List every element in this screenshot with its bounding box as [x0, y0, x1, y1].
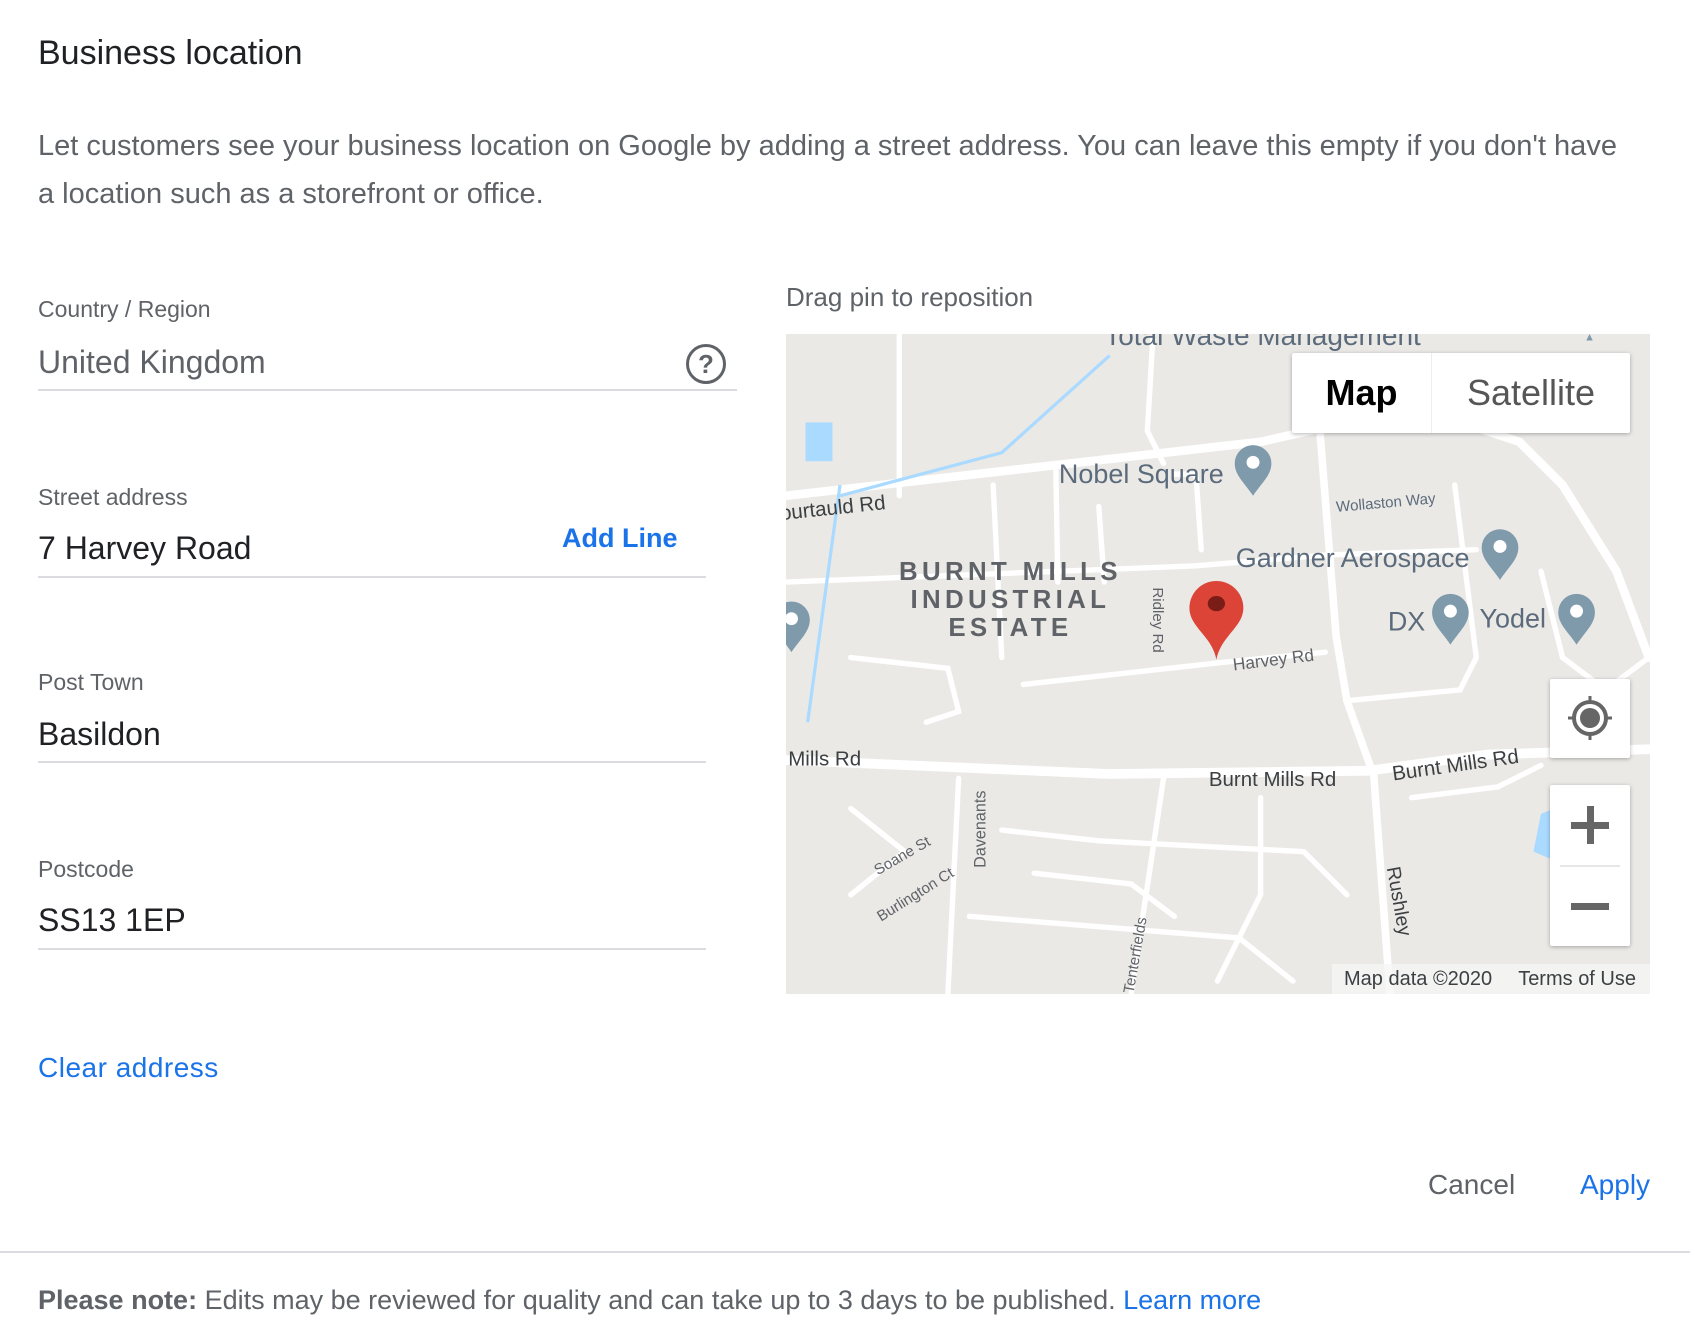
my-location-button[interactable] [1550, 679, 1630, 758]
map-label-burnt-mills-1: Burnt Mills Rd [1209, 768, 1337, 791]
map-hint: Drag pin to reposition [786, 282, 1034, 312]
footer-note: Please note: Edits may be reviewed for q… [38, 1285, 1261, 1316]
postcode-label: Postcode [38, 856, 134, 882]
zoom-out-button[interactable] [1550, 867, 1630, 946]
note-text: Edits may be reviewed for quality and ca… [197, 1285, 1124, 1315]
map-type-control: Map Satellite [1292, 353, 1630, 433]
learn-more-link[interactable]: Learn more [1123, 1285, 1261, 1315]
map-label-yodel[interactable]: Yodel [1480, 603, 1546, 633]
street-label: Street address [38, 484, 188, 510]
street-field[interactable]: 7 Harvey Road [38, 530, 251, 567]
map-label-davenants: Davenants [972, 791, 990, 868]
map-label-estate-1: BURNT MILLS [899, 558, 1122, 586]
description: Let customers see your business location… [38, 130, 1617, 210]
minus-icon [1571, 903, 1609, 910]
terms-of-use-link[interactable]: Terms of Use [1518, 968, 1636, 991]
map-label-ridley: Ridley Rd [1149, 587, 1166, 652]
cancel-button[interactable]: Cancel [1428, 1169, 1515, 1201]
town-underline [38, 761, 706, 763]
map-type-map-button[interactable]: Map [1292, 353, 1432, 433]
footer-divider [0, 1251, 1690, 1253]
map-label-gardner[interactable]: Gardner Aerospace [1236, 543, 1470, 573]
map-label-dx[interactable]: DX [1388, 607, 1425, 637]
map[interactable]: Total Waste Management Nobel Square Cour… [786, 334, 1650, 994]
town-label: Post Town [38, 669, 144, 695]
country-field[interactable]: United Kingdom [38, 344, 266, 381]
zoom-control [1550, 785, 1630, 946]
map-canvas[interactable]: Total Waste Management Nobel Square Cour… [786, 334, 1650, 994]
poi-pin-icon[interactable] [786, 601, 810, 653]
location-pin-icon[interactable] [1189, 580, 1244, 660]
country-underline [38, 389, 737, 391]
zoom-in-button[interactable] [1550, 785, 1630, 865]
pond [805, 422, 833, 462]
map-label-burnt-mills-2: Burnt Mills Rd [1391, 745, 1520, 786]
map-label-nobel-square[interactable]: Nobel Square [1059, 459, 1224, 489]
map-label-wollaston: Wollaston Way [1335, 490, 1436, 516]
page-title: Business location [38, 34, 303, 72]
add-line-button[interactable]: Add Line [562, 523, 678, 554]
street-underline [38, 576, 706, 578]
apply-button[interactable]: Apply [1580, 1169, 1650, 1201]
plus-icon-bar [1587, 806, 1594, 844]
note-bold: Please note: [38, 1285, 198, 1315]
poi-pin-icon [1586, 334, 1593, 341]
town-field[interactable]: Basildon [38, 716, 161, 753]
poi-pin-icon[interactable] [1558, 593, 1595, 645]
country-label: Country / Region [38, 296, 211, 322]
map-label-estate-3: ESTATE [948, 614, 1072, 642]
crosshair-icon [1568, 696, 1612, 740]
map-label-total-waste: Total Waste Management [1104, 334, 1421, 351]
map-type-satellite-button[interactable]: Satellite [1432, 353, 1630, 433]
postcode-underline [38, 948, 706, 950]
map-data-text: Map data ©2020 [1344, 967, 1493, 990]
postcode-field[interactable]: SS13 1EP [38, 902, 186, 939]
map-attribution: Map data ©2020 Terms of Use [1332, 964, 1650, 994]
map-label-estate-2: INDUSTRIAL [910, 586, 1110, 614]
poi-pin-icon[interactable] [1481, 529, 1519, 580]
map-label-mills-rd: Mills Rd [788, 747, 861, 770]
clear-address-link[interactable]: Clear address [38, 1052, 219, 1084]
map-label-soane: Soane St [871, 833, 934, 879]
poi-pin-icon[interactable] [1234, 445, 1272, 496]
help-icon[interactable]: ? [686, 344, 726, 384]
map-label-harvey: Harvey Rd [1232, 645, 1315, 675]
poi-pin-icon[interactable] [1432, 593, 1469, 645]
